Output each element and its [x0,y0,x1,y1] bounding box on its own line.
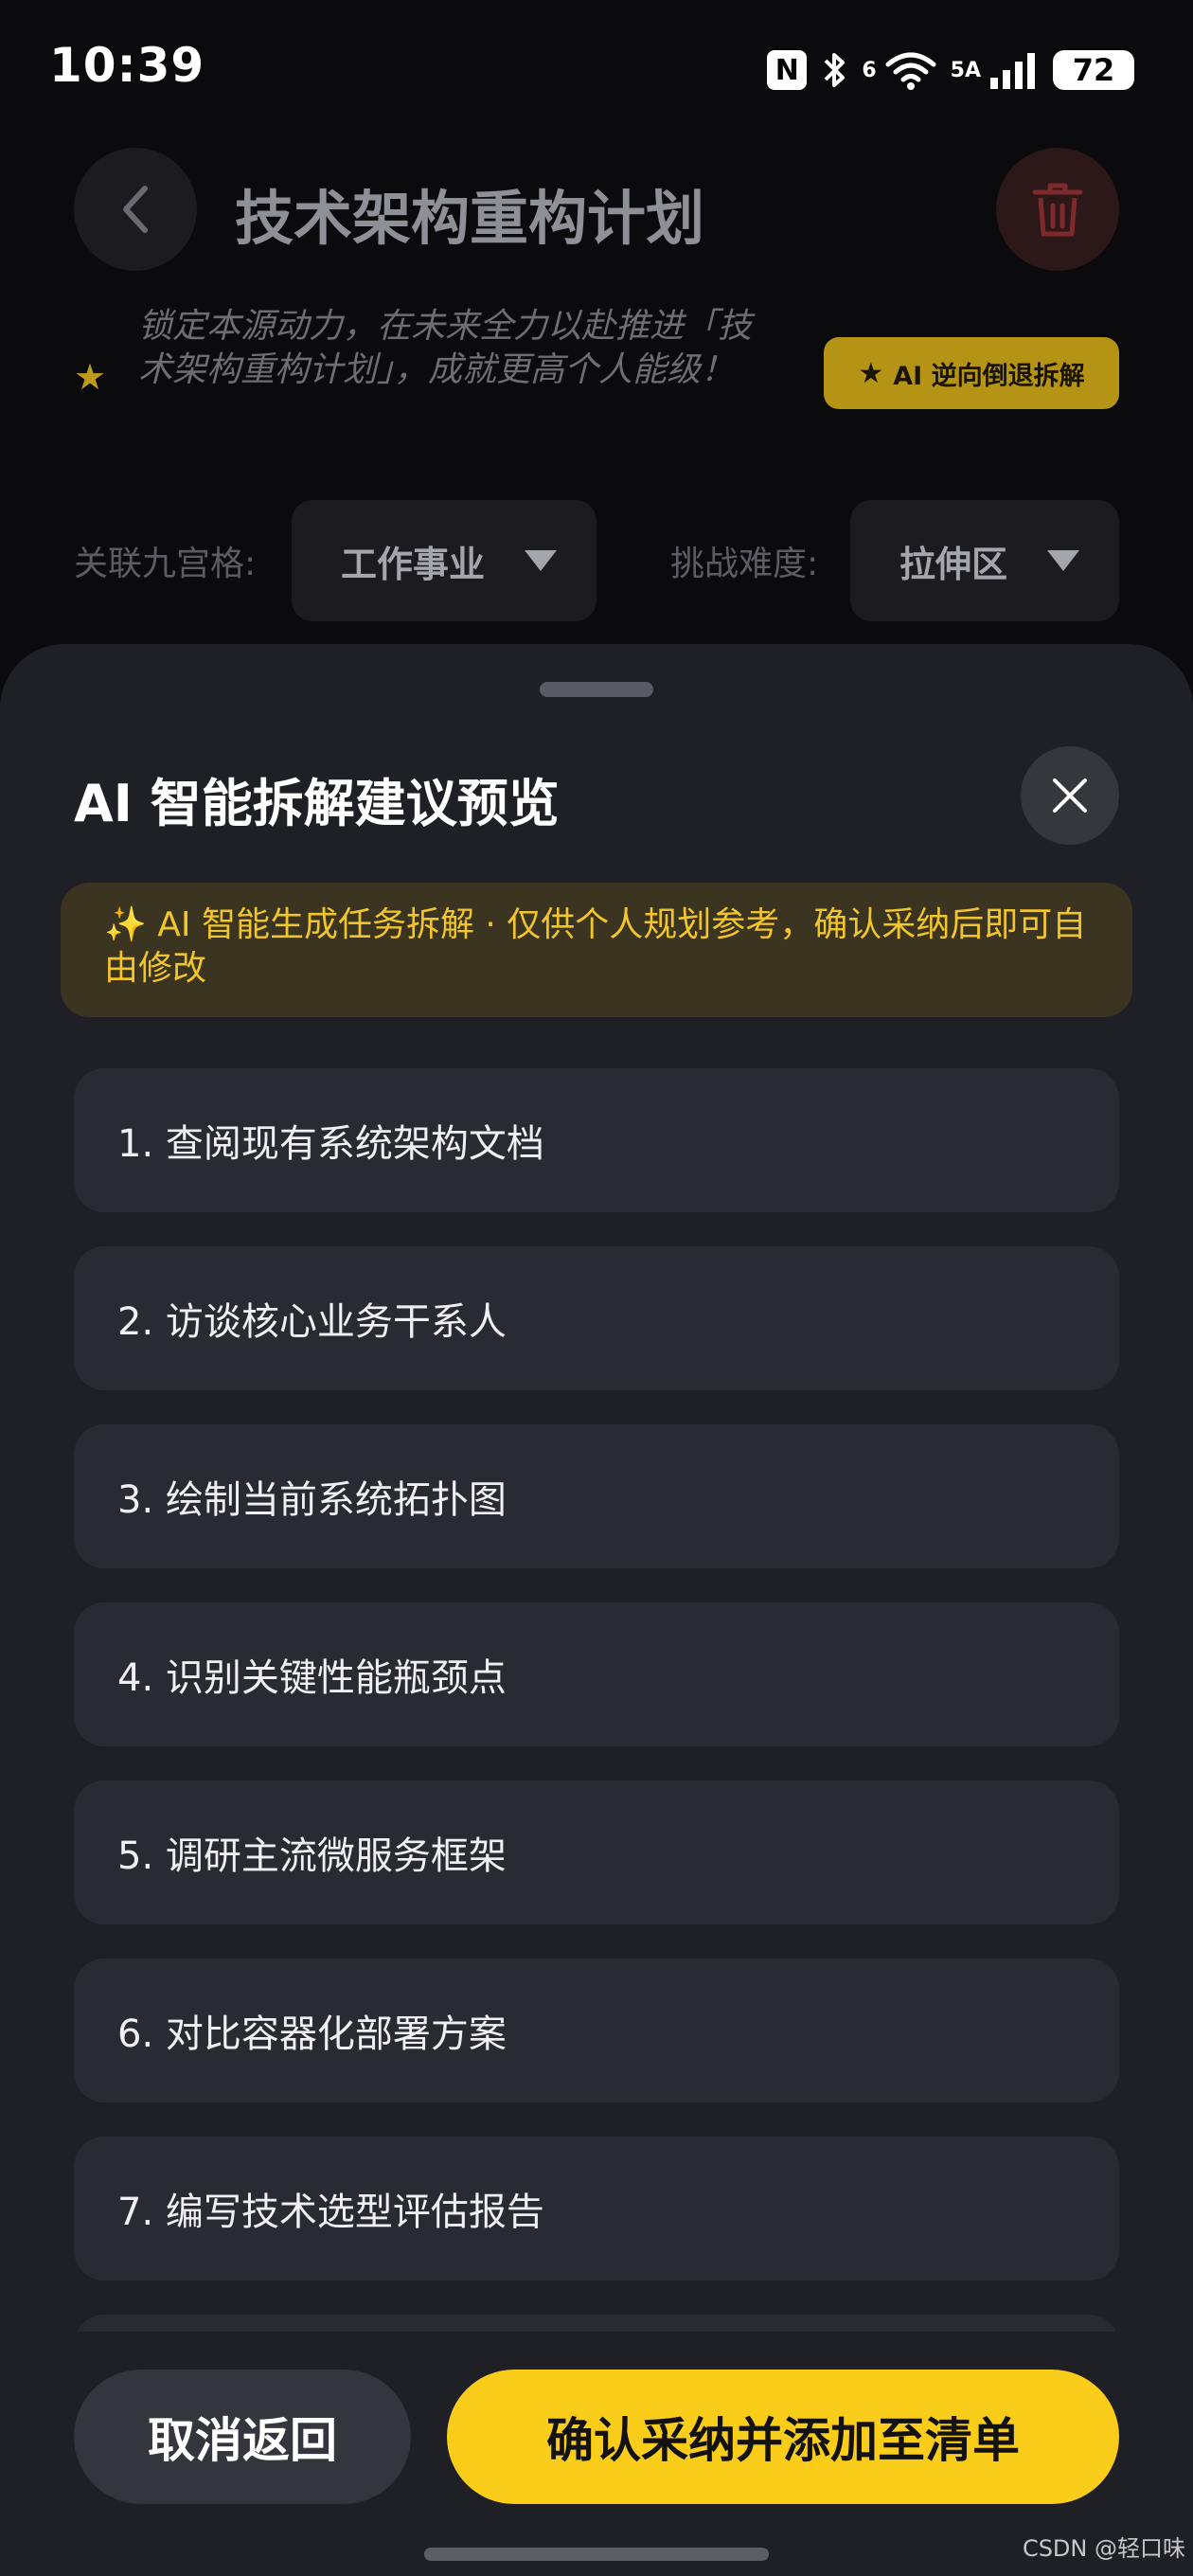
ai-reverse-breakdown-label: AI 逆向倒退拆解 [893,361,1085,391]
home-indicator[interactable] [424,2548,769,2561]
grid-select-value: 工作事业 [341,543,486,585]
difficulty-select[interactable]: 拉伸区 [850,500,1119,621]
cancel-button[interactable]: 取消返回 [74,2370,411,2504]
task-item[interactable]: 6. 对比容器化部署方案 [74,1959,1119,2102]
grid-select[interactable]: 工作事业 [292,500,596,621]
ai-breakdown-sheet: AI 智能拆解建议预览 ✨ AI 智能生成任务拆解 · 仅供个人规划参考，确认采… [0,644,1193,2576]
confirm-add-button[interactable]: 确认采纳并添加至清单 [447,2370,1119,2504]
ai-reverse-breakdown-button[interactable]: ★ AI 逆向倒退拆解 [824,337,1119,409]
difficulty-label: 挑战难度: [670,545,819,583]
star-icon: ★ [74,356,107,398]
chevron-left-icon [123,186,148,233]
star-icon: ★ [858,356,884,390]
task-item[interactable]: 5. 调研主流微服务框架 [74,1780,1119,1924]
task-item[interactable]: 7. 编写技术选型评估报告 [74,2137,1119,2281]
network-label: 5A [950,58,981,82]
nfc-icon: N [767,50,808,90]
task-list[interactable]: 1. 查阅现有系统架构文档 2. 访谈核心业务干系人 3. 绘制当前系统拓扑图 … [74,1068,1119,2332]
sheet-drag-handle[interactable] [540,682,653,697]
status-icons: N 6 5A 72 [767,44,1134,97]
close-icon [1053,778,1087,813]
delete-button[interactable] [996,148,1119,271]
caret-down-icon [525,550,557,571]
task-item[interactable] [74,2315,1119,2332]
wifi-label: 6 [862,58,877,82]
signal-icon [990,53,1035,89]
battery-icon: 72 [1053,50,1134,90]
caret-down-icon [1047,550,1079,571]
status-bar: 10:39 N 6 5A 72 [0,0,1193,133]
ai-notice-banner: ✨ AI 智能生成任务拆解 · 仅供个人规划参考，确认采纳后即可自由修改 [61,883,1132,1017]
bluetooth-icon [824,53,846,87]
task-item[interactable]: 3. 绘制当前系统拓扑图 [74,1424,1119,1568]
task-item[interactable]: 4. 识别关键性能瓶颈点 [74,1602,1119,1746]
watermark: CSDN @轻口味 [1022,2535,1185,2562]
difficulty-select-value: 拉伸区 [899,543,1008,585]
status-time: 10:39 [49,38,205,93]
wifi-icon [885,52,936,90]
task-item[interactable]: 1. 查阅现有系统架构文档 [74,1068,1119,1212]
page-title: 技术架构重构计划 [235,184,705,253]
back-button[interactable] [74,148,197,271]
motto-text: 锁定本源动力，在未来全力以赴推进「技术架构重构计划」，成就更高个人能级！ [138,307,753,389]
trash-icon [1032,183,1083,237]
sheet-title: AI 智能拆解建议预览 [74,774,560,833]
close-button[interactable] [1021,746,1119,845]
grid-label: 关联九宫格: [74,545,257,583]
task-item[interactable]: 2. 访谈核心业务干系人 [74,1246,1119,1390]
